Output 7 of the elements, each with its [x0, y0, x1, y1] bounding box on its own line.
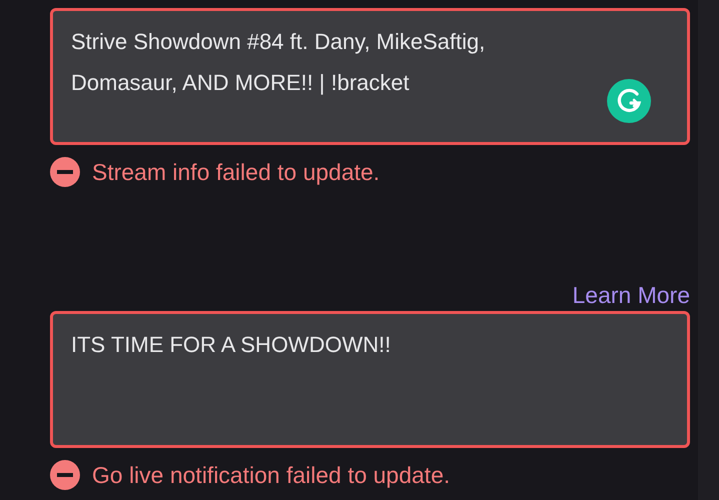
text-field[interactable]: Strive Showdown #84 ft. Dany, MikeSaftig, Domasaur, AND MORE!! | !bracket	[50, 8, 690, 145]
error-message: Stream info failed to update.	[92, 158, 380, 186]
error-icon	[50, 157, 80, 187]
error-message: Go live notification failed to update.	[92, 462, 450, 488]
text-field[interactable]: ITS TIME FOR A SHOWDOWN!!	[50, 311, 690, 448]
error-icon	[50, 460, 80, 490]
learn-more-link[interactable]: Learn More	[572, 283, 690, 305]
